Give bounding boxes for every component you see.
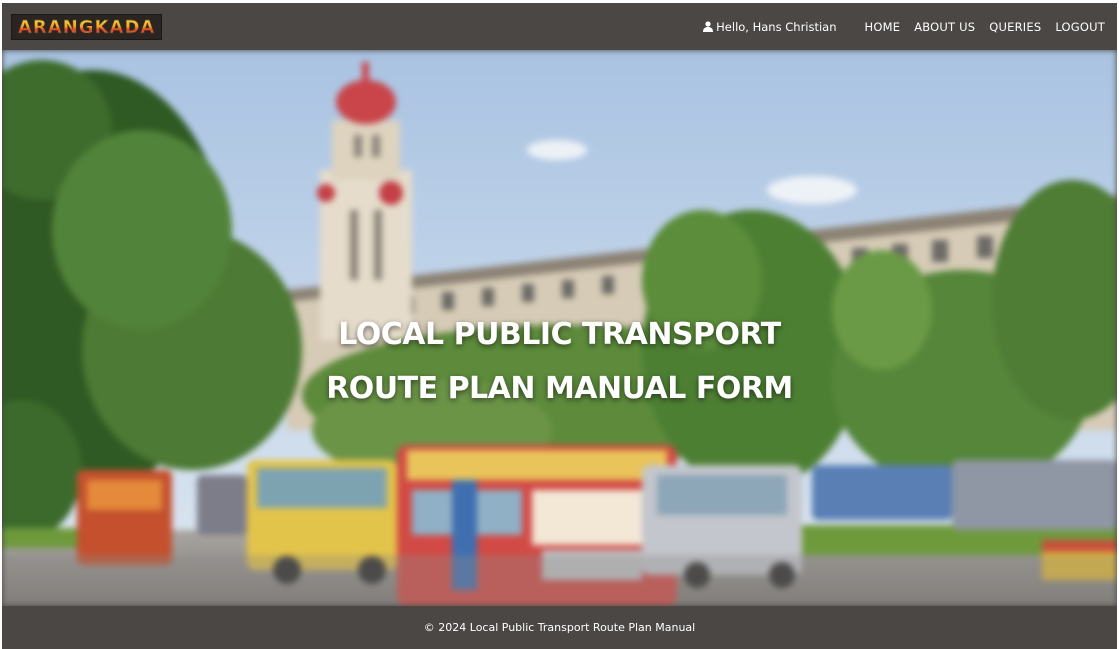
greeting-text: Hello, Hans Christian xyxy=(716,19,837,34)
user-greeting: Hello, Hans Christian xyxy=(703,19,837,34)
navbar: ARANGKADA Hello, Hans Christian HOME ABO… xyxy=(2,3,1117,50)
hero-section: LOCAL PUBLIC TRANSPORT ROUTE PLAN MANUAL… xyxy=(2,50,1117,606)
nav-link-home[interactable]: HOME xyxy=(865,20,901,34)
nav-right: Hello, Hans Christian HOME ABOUT US QUER… xyxy=(703,20,1105,34)
site-logo-text: ARANGKADA xyxy=(18,16,156,38)
hero-title: LOCAL PUBLIC TRANSPORT ROUTE PLAN MANUAL… xyxy=(2,308,1117,416)
nav-link-logout[interactable]: LOGOUT xyxy=(1055,20,1105,34)
nav-link-queries[interactable]: QUERIES xyxy=(989,20,1041,34)
nav-link-about-us[interactable]: ABOUT US xyxy=(914,20,975,34)
hero-title-line-2: ROUTE PLAN MANUAL FORM xyxy=(326,371,793,406)
site-logo[interactable]: ARANGKADA xyxy=(11,13,163,40)
user-icon xyxy=(703,21,714,32)
footer: © 2024 Local Public Transport Route Plan… xyxy=(2,606,1117,649)
footer-copyright: © 2024 Local Public Transport Route Plan… xyxy=(423,621,696,634)
page-frame: ARANGKADA Hello, Hans Christian HOME ABO… xyxy=(2,3,1117,649)
hero-title-line-1: LOCAL PUBLIC TRANSPORT xyxy=(338,317,781,352)
